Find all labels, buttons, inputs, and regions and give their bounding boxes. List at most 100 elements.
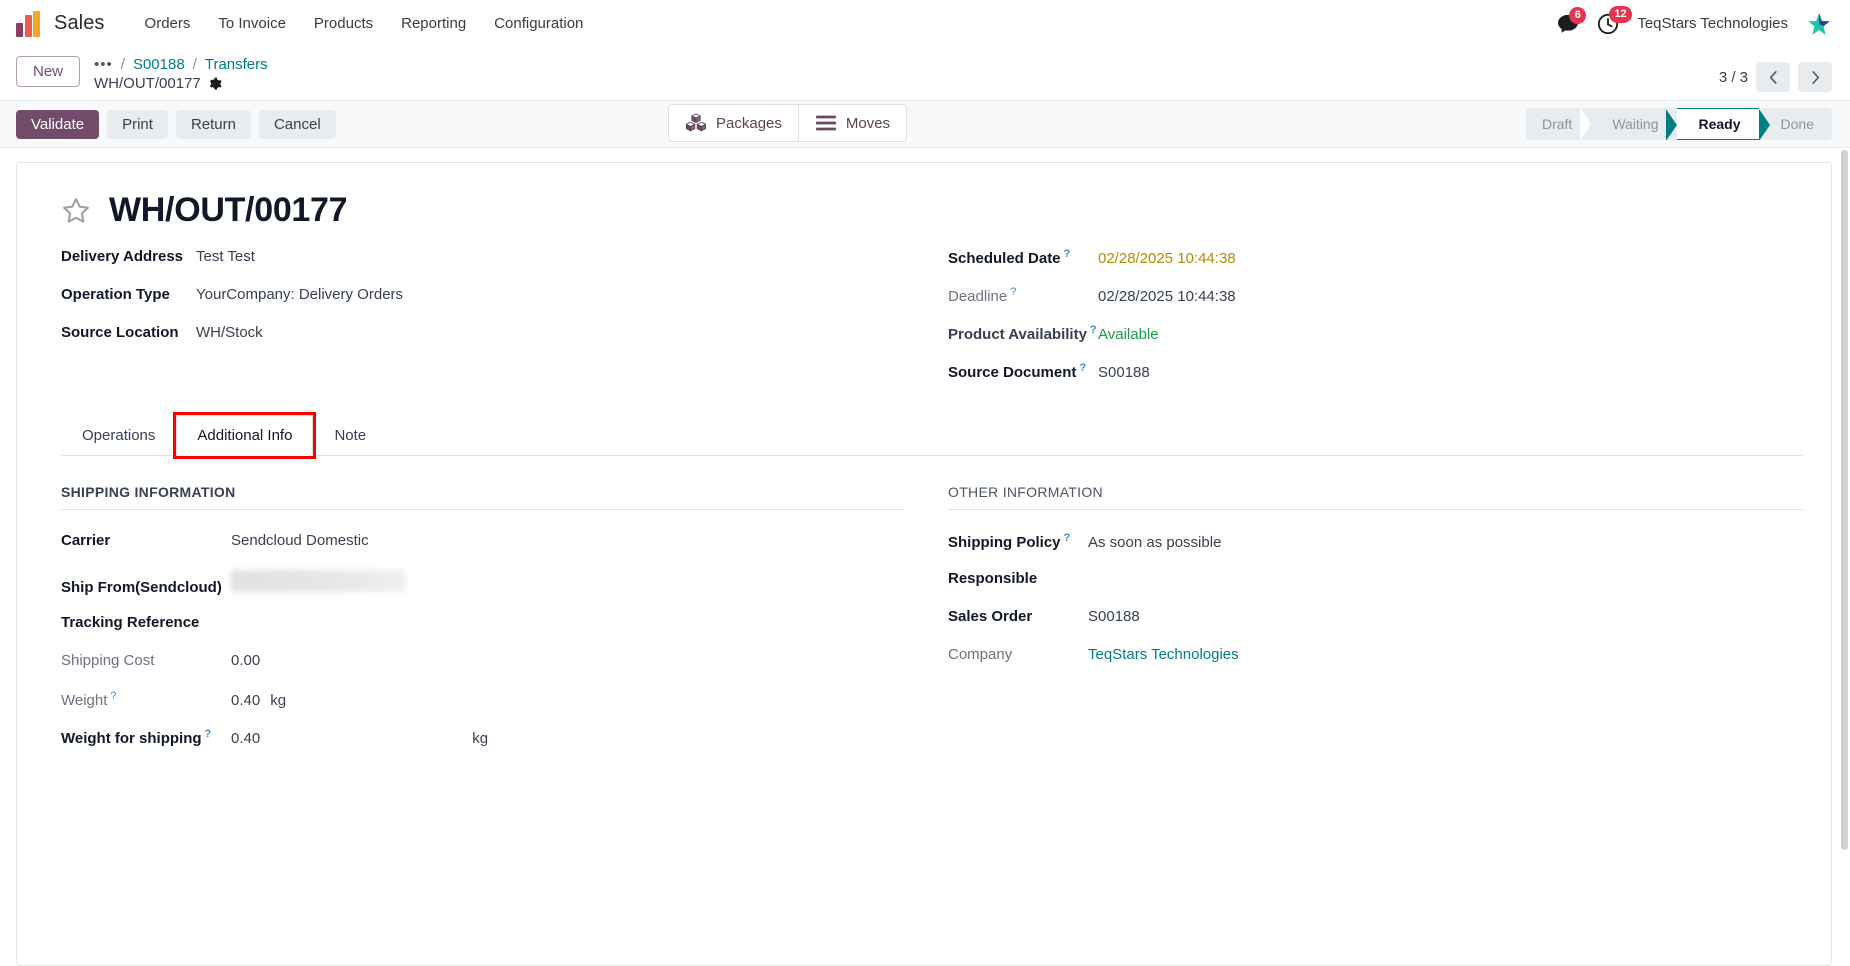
status-stage-draft[interactable]: Draft bbox=[1525, 108, 1592, 140]
form-column-left: Delivery Address Test Test Operation Typ… bbox=[61, 248, 932, 400]
field-value[interactable]: TeqStars Technologies bbox=[1088, 646, 1239, 663]
other-information-section: OTHER INFORMATION Shipping Policy? As so… bbox=[932, 484, 1803, 766]
nav-item-reporting[interactable]: Reporting bbox=[387, 9, 480, 38]
field-label: Deadline? bbox=[948, 286, 1098, 305]
field-scheduled-date: Scheduled Date? 02/28/2025 10:44:38 bbox=[948, 248, 1803, 270]
pager-previous-button[interactable] bbox=[1756, 62, 1790, 92]
field-label: Tracking Reference bbox=[61, 614, 200, 631]
field-label: Scheduled Date? bbox=[948, 248, 1098, 267]
field-label: Ship From(Sendcloud) bbox=[61, 579, 222, 596]
help-icon[interactable]: ? bbox=[110, 690, 116, 702]
field-value[interactable]: S00188 bbox=[1098, 364, 1150, 381]
status-stage-waiting[interactable]: Waiting bbox=[1590, 108, 1678, 140]
field-label: Responsible bbox=[948, 570, 1038, 587]
page-title: WH/OUT/00177 bbox=[109, 191, 348, 229]
odoo-logo-icon[interactable] bbox=[16, 10, 44, 37]
notebook-tabs: Operations Additional Info Note bbox=[61, 412, 1803, 459]
field-value[interactable]: 0.40 bbox=[231, 730, 260, 747]
breadcrumb-overflow-button[interactable]: ••• bbox=[94, 56, 113, 73]
breadcrumb-item-s00188[interactable]: S00188 bbox=[133, 56, 185, 73]
print-button[interactable]: Print bbox=[107, 109, 168, 139]
help-icon[interactable]: ? bbox=[1064, 532, 1071, 544]
gear-icon[interactable] bbox=[208, 77, 222, 91]
field-label: Product Availability? bbox=[948, 324, 1098, 343]
help-icon[interactable]: ? bbox=[1010, 286, 1016, 298]
field-value[interactable]: WH/Stock bbox=[196, 324, 263, 341]
redacted-value[interactable] bbox=[231, 570, 406, 592]
status-stage-done[interactable]: Done bbox=[1758, 108, 1832, 140]
packages-stat-button[interactable]: Packages bbox=[668, 104, 799, 142]
field-value[interactable]: 02/28/2025 10:44:38 bbox=[1098, 288, 1236, 305]
top-navbar: Sales Orders To Invoice Products Reporti… bbox=[0, 0, 1850, 48]
app-name[interactable]: Sales bbox=[54, 12, 105, 35]
pager-next-button[interactable] bbox=[1798, 62, 1832, 92]
field-label-text: Deadline bbox=[948, 288, 1008, 305]
help-icon[interactable]: ? bbox=[1064, 248, 1071, 260]
field-source-document: Source Document? S00188 bbox=[948, 362, 1803, 384]
list-lines-icon bbox=[815, 115, 836, 131]
field-label-text: Weight for shipping bbox=[61, 730, 202, 747]
chevron-left-icon bbox=[1769, 70, 1777, 84]
pager-counter[interactable]: 3 / 3 bbox=[1719, 69, 1748, 86]
tab-note[interactable]: Note bbox=[313, 415, 387, 456]
field-value[interactable]: S00188 bbox=[1088, 608, 1140, 625]
field-label: Source Location bbox=[61, 324, 179, 341]
nav-item-to-invoice[interactable]: To Invoice bbox=[204, 9, 300, 38]
field-ship-from-sendcloud: Ship From(Sendcloud) bbox=[61, 570, 904, 596]
field-unit: kg bbox=[472, 730, 489, 747]
packages-stat-label: Packages bbox=[716, 114, 782, 132]
field-value[interactable]: Sendcloud Domestic bbox=[231, 532, 369, 549]
breadcrumb-separator: / bbox=[120, 56, 125, 73]
user-menu-company[interactable]: TeqStars Technologies bbox=[1637, 15, 1788, 32]
status-stage-ready[interactable]: Ready bbox=[1665, 108, 1770, 140]
moves-stat-button[interactable]: Moves bbox=[798, 104, 908, 142]
tab-additional-info[interactable]: Additional Info bbox=[173, 412, 317, 459]
control-panel: New ••• / S00188 / Transfers WH/OUT/0017… bbox=[0, 48, 1850, 142]
validate-button[interactable]: Validate bbox=[16, 109, 100, 139]
field-label-text: Scheduled Date bbox=[948, 250, 1061, 267]
field-label: Operation Type bbox=[61, 286, 170, 303]
new-button[interactable]: New bbox=[16, 56, 81, 87]
field-source-location: Source Location WH/Stock bbox=[61, 324, 932, 346]
field-label: Carrier bbox=[61, 532, 111, 549]
field-label-text: Source Document bbox=[948, 364, 1077, 381]
nav-item-products[interactable]: Products bbox=[300, 9, 387, 38]
star-brand-icon[interactable] bbox=[1806, 11, 1832, 37]
help-icon[interactable]: ? bbox=[1079, 362, 1086, 374]
nav-item-orders[interactable]: Orders bbox=[131, 9, 205, 38]
nav-item-configuration[interactable]: Configuration bbox=[480, 9, 597, 38]
form-field-columns: Delivery Address Test Test Operation Typ… bbox=[61, 248, 1803, 400]
field-label: Source Document? bbox=[948, 362, 1098, 381]
field-value[interactable]: 02/28/2025 10:44:38 bbox=[1098, 250, 1236, 267]
action-status-bar: Validate Print Return Cancel Draft Waiti… bbox=[0, 100, 1850, 148]
field-value[interactable]: 0.40 bbox=[231, 692, 260, 709]
form-sheet: WH/OUT/00177 Delivery Address Test Test … bbox=[16, 162, 1832, 966]
field-label-text: Product Availability bbox=[948, 326, 1087, 343]
tab-operations[interactable]: Operations bbox=[61, 415, 176, 456]
field-label: Weight for shipping? bbox=[61, 728, 231, 747]
help-icon[interactable]: ? bbox=[1090, 324, 1097, 336]
return-button[interactable]: Return bbox=[175, 109, 251, 139]
notebook: Operations Additional Info Note SHIPPING… bbox=[61, 412, 1803, 766]
stat-button-group: Packages Moves bbox=[668, 104, 908, 142]
activities-button[interactable]: 12 bbox=[1597, 5, 1632, 35]
field-operation-type: Operation Type YourCompany: Delivery Ord… bbox=[61, 286, 932, 308]
field-carrier: Carrier Sendcloud Domestic bbox=[61, 532, 904, 552]
field-label-text: Shipping Policy bbox=[948, 534, 1061, 551]
cancel-button[interactable]: Cancel bbox=[258, 109, 336, 139]
field-value[interactable]: As soon as possible bbox=[1088, 534, 1221, 551]
field-value[interactable]: YourCompany: Delivery Orders bbox=[196, 286, 403, 303]
boxes-icon bbox=[685, 113, 707, 132]
field-value[interactable]: Test Test bbox=[196, 248, 255, 265]
vertical-scrollbar[interactable] bbox=[1841, 150, 1848, 850]
breadcrumb-item-transfers[interactable]: Transfers bbox=[205, 56, 268, 73]
field-label-text: Weight bbox=[61, 692, 108, 709]
star-outline-icon[interactable] bbox=[61, 196, 91, 226]
help-icon[interactable]: ? bbox=[205, 728, 212, 740]
field-value[interactable]: 0.00 bbox=[231, 652, 260, 669]
tab-panel-additional-info: SHIPPING INFORMATION Carrier Sendcloud D… bbox=[61, 456, 1803, 766]
record-title-row: WH/OUT/00177 bbox=[61, 191, 1803, 230]
navbar-right-group: 6 12 TeqStars Technologies bbox=[1557, 5, 1832, 37]
other-information-heading: OTHER INFORMATION bbox=[948, 484, 1803, 510]
messages-button[interactable]: 6 bbox=[1557, 6, 1587, 34]
